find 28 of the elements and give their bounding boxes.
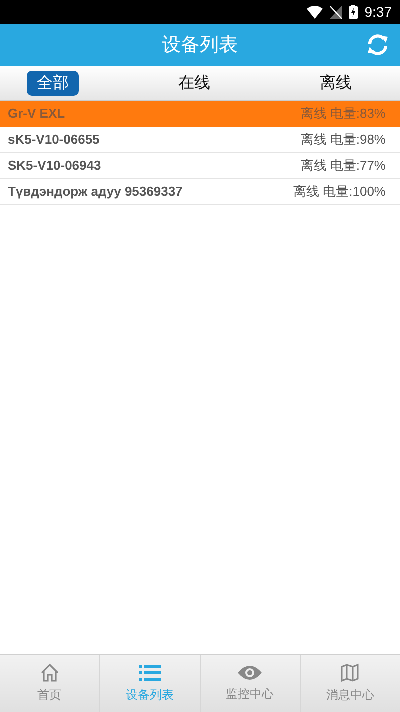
map-icon <box>340 663 360 683</box>
nav-label: 设备列表 <box>126 687 174 704</box>
nav-label: 首页 <box>38 687 62 704</box>
no-signal-icon <box>330 6 342 18</box>
clock-time: 9:37 <box>364 4 392 20</box>
filter-tab[interactable]: 在线 <box>168 70 220 96</box>
filter-tab[interactable]: 全部 <box>27 70 79 96</box>
wifi-icon <box>306 6 323 18</box>
home-icon <box>40 663 60 683</box>
device-row[interactable]: Түвдэндорж адуу 95369337 离线 电量:100% <box>0 179 400 205</box>
device-status: 离线 电量:98% <box>300 130 386 148</box>
device-name: Gr-V EXL <box>8 106 66 121</box>
device-row[interactable]: sK5-V10-06655 离线 电量:98% <box>0 127 400 153</box>
device-status: 离线 电量:77% <box>300 156 386 174</box>
nav-label: 监控中心 <box>226 686 274 703</box>
device-name: Түвдэндорж адуу 95369337 <box>8 184 183 199</box>
refresh-icon[interactable] <box>366 33 390 57</box>
device-row[interactable]: SK5-V10-06943 离线 电量:77% <box>0 153 400 179</box>
eye-icon <box>237 664 264 682</box>
filter-tab[interactable]: 离线 <box>310 70 362 96</box>
device-status: 离线 电量:83% <box>300 104 386 122</box>
battery-icon <box>348 5 358 19</box>
nav-label: 消息中心 <box>326 687 374 704</box>
page-title: 设备列表 <box>162 33 238 58</box>
device-status: 离线 电量:100% <box>294 182 386 200</box>
device-name: SK5-V10-06943 <box>8 158 102 173</box>
list-icon <box>138 663 161 683</box>
device-name: sK5-V10-06655 <box>8 132 100 147</box>
